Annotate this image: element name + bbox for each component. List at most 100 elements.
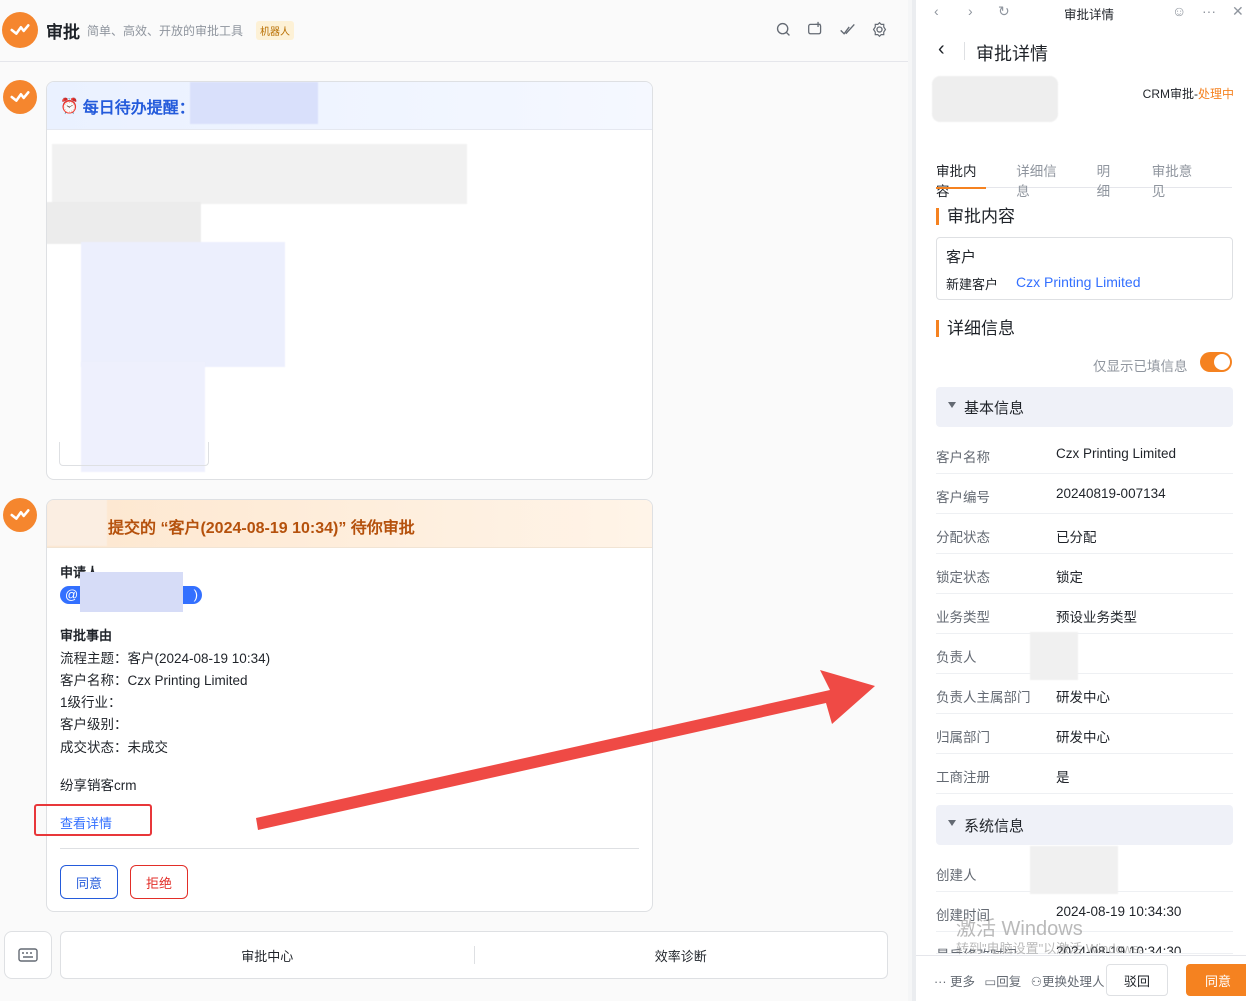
tab-opinions[interactable]: 审批意见 bbox=[1152, 156, 1202, 199]
redacted-applicant-avatar bbox=[932, 76, 1058, 122]
approval-logo-icon bbox=[10, 509, 30, 520]
tab-line-items[interactable]: 明细 bbox=[1097, 156, 1122, 199]
card-body: 申请人 @ ) 审批事由 流程主题：客户(2024-08-19 10:34) 客… bbox=[60, 562, 639, 899]
panel-header: ‹ 审批详情 bbox=[916, 30, 1246, 74]
field-value: 锁定 bbox=[1056, 570, 1083, 585]
menu-approval-center[interactable]: 审批中心 bbox=[61, 946, 474, 965]
transfer-user-icon: ⚇ bbox=[1030, 975, 1042, 989]
robot-badge: 机器人 bbox=[256, 21, 294, 40]
comment-icon[interactable]: ☺ bbox=[1172, 3, 1186, 19]
group-basic-info[interactable]: 基本信息 bbox=[936, 387, 1233, 427]
approval-bot-avatar[interactable] bbox=[2, 12, 38, 48]
check-done-icon[interactable] bbox=[838, 20, 856, 38]
search-icon[interactable] bbox=[774, 20, 792, 38]
keyboard-icon bbox=[18, 948, 38, 962]
field-label: 负责人 bbox=[936, 650, 977, 665]
status-prefix: CRM审批- bbox=[1142, 87, 1198, 101]
group-title: 系统信息 bbox=[964, 818, 1025, 835]
field-row: 客户编号 20240819-007134 bbox=[936, 474, 1233, 514]
redacted-block bbox=[81, 242, 285, 367]
collapse-caret-icon bbox=[948, 402, 956, 408]
reply-icon: ▭ bbox=[984, 975, 997, 989]
field-label: 锁定状态 bbox=[936, 570, 990, 585]
field-label: 客户编号 bbox=[936, 490, 990, 505]
chat-header: 审批 简单、高效、开放的审批工具 机器人 bbox=[0, 0, 908, 62]
highlight-box bbox=[34, 804, 152, 836]
reason-line: 客户级别： bbox=[60, 717, 128, 732]
field-value: 研发中心 bbox=[1056, 690, 1110, 705]
refresh-icon[interactable]: ↻ bbox=[998, 3, 1010, 20]
nav-back-icon[interactable]: ‹ bbox=[934, 3, 939, 19]
field-row: 锁定状态 锁定 bbox=[936, 554, 1233, 594]
header-divider bbox=[964, 42, 965, 60]
divider bbox=[60, 848, 639, 849]
redacted-applicant bbox=[80, 572, 183, 612]
back-arrow-icon[interactable]: ‹ bbox=[938, 38, 945, 61]
windows-activation-watermark: 激活 Windows bbox=[956, 918, 1083, 940]
reason-line: 成交状态：未成交 bbox=[60, 740, 168, 755]
status-value: 处理中 bbox=[1197, 87, 1234, 101]
header-toolbar bbox=[774, 20, 888, 38]
filled-only-toggle[interactable] bbox=[1200, 352, 1232, 372]
nav-title: 审批详情 bbox=[1064, 8, 1115, 22]
menu-efficiency-diagnosis[interactable]: 效率诊断 bbox=[475, 946, 888, 965]
content-sub: 新建客户 bbox=[946, 277, 999, 292]
close-icon[interactable]: ✕ bbox=[1232, 3, 1244, 20]
more-action[interactable]: ··· 更多 bbox=[934, 975, 975, 989]
group-title: 基本信息 bbox=[964, 400, 1025, 417]
content-key: 客户 bbox=[946, 249, 977, 266]
card-header: 提交的 “客户(2024-08-19 10:34)” 待你审批 bbox=[47, 500, 652, 548]
panel-nav-bar: ‹ › ↻ 审批详情 ☺ ··· ✕ bbox=[916, 0, 1246, 24]
reject-back-button[interactable]: 驳回 bbox=[1106, 964, 1168, 996]
chat-pane: 审批 简单、高效、开放的审批工具 机器人 ⏰ 每日待办提醒： 提交的 “客户(2… bbox=[0, 0, 908, 1001]
tab-details[interactable]: 详细信息 bbox=[1016, 156, 1066, 199]
nav-forward-icon[interactable]: › bbox=[968, 3, 973, 19]
field-label: 客户名称 bbox=[936, 450, 990, 465]
panel-title: 审批详情 bbox=[976, 44, 1048, 64]
field-value: 研发中心 bbox=[1056, 730, 1110, 745]
field-value: Czx Printing Limited bbox=[1056, 446, 1177, 461]
reject-button[interactable]: 拒绝 bbox=[130, 865, 188, 899]
inner-frame bbox=[59, 442, 209, 466]
collapse-caret-icon bbox=[948, 820, 956, 826]
reply-action[interactable]: 回复 bbox=[996, 975, 1021, 989]
card-title: 每日待办提醒： bbox=[82, 99, 195, 117]
section-title-content: 审批内容 bbox=[936, 208, 1015, 225]
reason-line: 1级行业： bbox=[60, 695, 122, 710]
approval-detail-panel: ‹ › ↻ 审批详情 ☺ ··· ✕ ‹ 审批详情 CRM审批-处理中 审批内容… bbox=[912, 0, 1246, 1001]
field-row: 工商注册 是 bbox=[936, 754, 1233, 794]
tab-approval-content[interactable]: 审批内容 bbox=[936, 156, 987, 199]
field-value: 预设业务类型 bbox=[1056, 610, 1137, 625]
field-value: 是 bbox=[1056, 770, 1070, 785]
transfer-action[interactable]: 更换处理人 bbox=[1042, 975, 1105, 989]
field-row: 客户名称 Czx Printing Limited bbox=[936, 434, 1233, 474]
keyboard-toggle[interactable] bbox=[4, 931, 52, 979]
agree-button[interactable]: 同意 bbox=[60, 865, 118, 899]
card-title: 提交的 “客户(2024-08-19 10:34)” 待你审批 bbox=[108, 520, 415, 537]
field-row: 业务类型 预设业务类型 bbox=[936, 594, 1233, 634]
field-row: 负责人主属部门 研发中心 bbox=[936, 674, 1233, 714]
bottom-menu: 审批中心 效率诊断 bbox=[60, 931, 888, 979]
source-text: 纷享销客crm bbox=[60, 778, 137, 793]
field-label: 负责人主属部门 bbox=[936, 690, 1031, 705]
panel-tabs: 审批内容 详细信息 明细 审批意见 bbox=[936, 156, 1232, 199]
alarm-clock-icon: ⏰ bbox=[60, 97, 79, 115]
field-row: 归属部门 研发中心 bbox=[936, 714, 1233, 754]
redacted-block bbox=[52, 144, 467, 204]
approval-status: CRM审批-处理中 bbox=[1143, 85, 1234, 102]
app-description: 简单、高效、开放的审批工具 bbox=[87, 24, 244, 38]
field-label: 工商注册 bbox=[936, 770, 990, 785]
daily-todo-card: ⏰ 每日待办提醒： bbox=[46, 81, 653, 480]
field-label: 归属部门 bbox=[936, 730, 990, 745]
approve-button[interactable]: 同意 bbox=[1186, 964, 1246, 996]
more-icon[interactable]: ··· bbox=[1202, 3, 1216, 19]
group-system-info[interactable]: 系统信息 bbox=[936, 805, 1233, 845]
field-label: 业务类型 bbox=[936, 610, 990, 625]
field-value: 20240819-007134 bbox=[1056, 486, 1166, 501]
add-chat-icon[interactable] bbox=[806, 20, 824, 38]
customer-link[interactable]: Czx Printing Limited bbox=[1016, 274, 1141, 290]
bot-avatar[interactable] bbox=[3, 80, 37, 114]
app-title: 审批 bbox=[46, 23, 80, 42]
bot-avatar[interactable] bbox=[3, 498, 37, 532]
settings-gear-icon[interactable] bbox=[870, 20, 888, 38]
